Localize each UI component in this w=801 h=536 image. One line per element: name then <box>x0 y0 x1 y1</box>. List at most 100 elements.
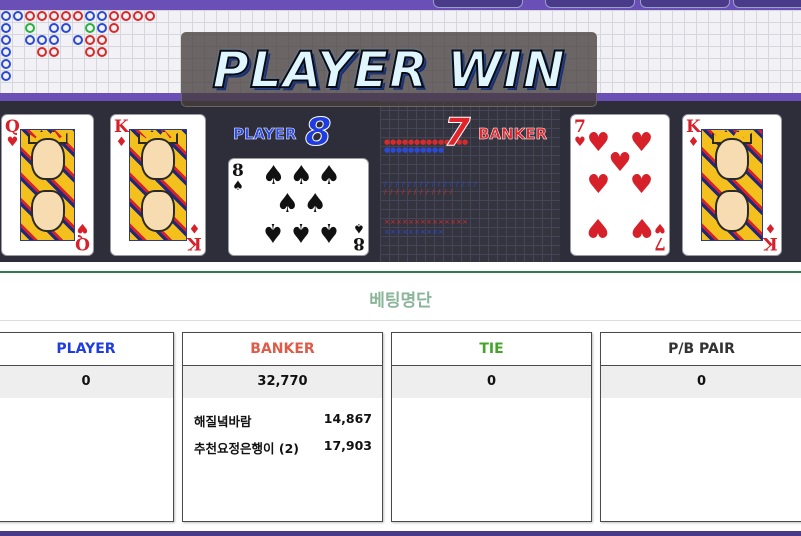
bet-column-total: 32,770 <box>183 366 382 398</box>
road-marker: / <box>432 188 435 196</box>
road-marker: / <box>462 180 465 188</box>
road-marker: / <box>444 188 447 196</box>
road-marker: / <box>426 180 429 188</box>
card-pip: ♠ <box>317 161 341 192</box>
road-marker: × <box>384 218 390 226</box>
card-corner-index: Q ♥ <box>75 220 90 253</box>
bet-column-header: BANKER <box>183 333 382 366</box>
road-marker: × <box>450 218 456 226</box>
road-marker: × <box>390 228 396 236</box>
card-corner-index: 8 ♠ <box>232 161 244 194</box>
bead-marker <box>145 11 155 21</box>
top-tab[interactable] <box>433 0 523 8</box>
banker-card-1: 7 ♥ 7 ♥ ♥ ♥ ♥ ♥ ♥ ♥ ♥ <box>570 114 670 256</box>
road-marker: × <box>420 228 426 236</box>
bead-marker <box>49 35 59 45</box>
card-pip: ♠ <box>289 161 313 192</box>
road-marker: × <box>390 218 396 226</box>
bead-marker <box>37 35 47 45</box>
bead-marker <box>97 23 107 33</box>
road-marker: / <box>414 180 417 188</box>
card-face-art <box>129 129 187 241</box>
bead-marker <box>85 11 95 21</box>
road-marker: / <box>390 188 393 196</box>
road-marker: / <box>456 180 459 188</box>
road-marker: / <box>384 188 387 196</box>
road-marker: / <box>438 188 441 196</box>
title-rule <box>0 320 801 321</box>
section-divider <box>0 271 801 273</box>
bead-marker <box>97 11 107 21</box>
card-corner-index: K ♦ <box>187 220 202 253</box>
bead-marker <box>85 47 95 57</box>
bead-marker <box>49 11 59 21</box>
top-tab[interactable] <box>640 0 730 8</box>
banker-label: BANKER <box>478 125 548 144</box>
road-marker: × <box>426 218 432 226</box>
bead-marker <box>25 11 35 21</box>
card-pip: ♠ <box>289 216 313 247</box>
bettor-name: 추천요정은행이 (2) <box>194 441 299 456</box>
face-head2 <box>141 190 175 232</box>
bet-column-total: 0 <box>392 366 591 398</box>
top-tab[interactable] <box>545 0 635 8</box>
bead-marker <box>109 23 119 33</box>
win-banner-text: PLAYER WIN <box>211 40 566 100</box>
card-corner-index: Q ♥ <box>5 117 20 150</box>
road-marker: × <box>432 228 438 236</box>
bead-marker <box>25 35 35 45</box>
bet-column-header: PLAYER <box>0 333 173 366</box>
road-marker: × <box>414 228 420 236</box>
face-head2 <box>30 190 65 232</box>
face-head2 <box>715 190 749 232</box>
road-marker: / <box>450 180 453 188</box>
card-face-art <box>20 129 75 241</box>
road-marker: × <box>420 218 426 226</box>
bet-column-pair: P/B PAIR 0 <box>600 332 801 522</box>
bet-column-total: 0 <box>0 366 173 398</box>
bet-amount: 17,903 <box>323 438 372 453</box>
bead-marker <box>13 11 23 21</box>
bettor-name: 해질녘바람 <box>194 414 252 429</box>
card-pip: ♠ <box>261 161 286 192</box>
card-corner-index: 7 ♥ <box>574 117 586 150</box>
road-marker: × <box>384 228 390 236</box>
bet-column-tie: TIE 0 <box>391 332 592 522</box>
road-marker: / <box>396 180 399 188</box>
card-corner-index: K ♦ <box>686 117 701 150</box>
bead-marker <box>97 47 107 57</box>
bead-marker <box>37 11 47 21</box>
bead-marker <box>1 47 11 57</box>
bead-marker <box>133 11 143 21</box>
betting-list-title: 베팅명단 <box>369 291 432 311</box>
card-pip: ♥ <box>586 170 611 200</box>
bead-marker <box>37 47 47 57</box>
bet-entry: 추천요정은행이 (2) 17,903 <box>183 431 382 458</box>
bead-marker <box>61 11 71 21</box>
bead-marker <box>1 23 11 33</box>
bead-marker <box>109 11 119 21</box>
card-pip: ♠ <box>261 216 286 247</box>
road-marker: / <box>408 180 411 188</box>
game-table: ● ● ● ● ● ● ● ● ● ● ● ● ● ● ● ● ● ● ● ● ● ● ● ● / / / / / / / / / / / / / / / /… <box>0 0 801 262</box>
card-corner-index: 7 ♥ <box>654 220 666 253</box>
road-marker: × <box>456 218 462 226</box>
road-marker: × <box>408 218 414 226</box>
bet-column-header: P/B PAIR <box>601 333 801 366</box>
card-pip: ♠ <box>275 189 300 220</box>
road-marker: / <box>414 188 417 196</box>
bead-marker <box>121 11 131 21</box>
road-marker: / <box>402 188 405 196</box>
road-marker: / <box>402 180 405 188</box>
road-marker: × <box>402 218 408 226</box>
road-marker: × <box>408 228 414 236</box>
bead-marker <box>85 35 95 45</box>
top-tab[interactable] <box>733 0 801 8</box>
road-marker: × <box>414 218 420 226</box>
card-pip: ♠ <box>303 189 327 220</box>
card-face-art <box>701 129 763 241</box>
face-head <box>715 138 749 180</box>
bet-column-header: TIE <box>392 333 591 366</box>
bead-marker <box>25 23 35 33</box>
road-marker: × <box>396 228 402 236</box>
